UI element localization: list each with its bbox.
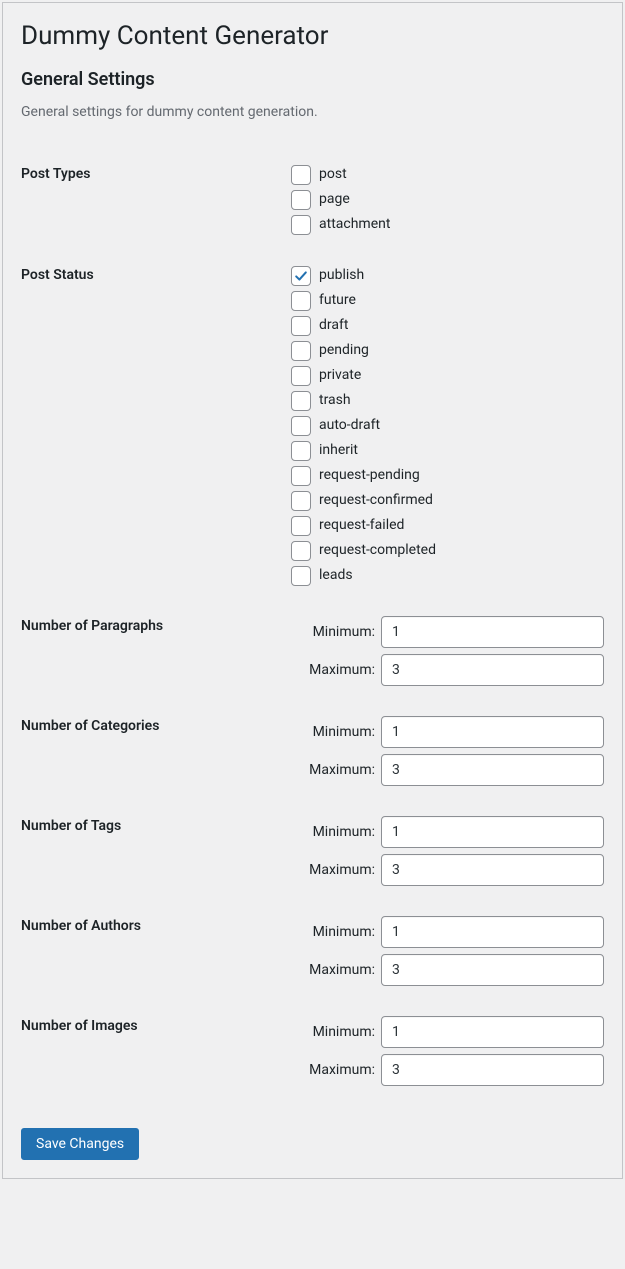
post-status-label: trash (319, 390, 351, 411)
max-label: Maximum: (291, 962, 381, 978)
post-status-label: inherit (319, 440, 358, 461)
min-label: Minimum: (291, 924, 381, 940)
post-status-option: trash (291, 390, 604, 411)
post-type-option: post (291, 164, 604, 185)
images-max-input[interactable] (381, 1054, 604, 1086)
post-status-checkbox-publish[interactable] (291, 266, 311, 286)
post-status-option: draft (291, 315, 604, 336)
post-status-checkbox-inherit[interactable] (291, 441, 311, 461)
min-label: Minimum: (291, 824, 381, 840)
post-status-checkbox-request-pending[interactable] (291, 466, 311, 486)
label-post-status: Post Status (21, 251, 291, 602)
categories-max-input[interactable] (381, 754, 604, 786)
post-status-checkbox-trash[interactable] (291, 391, 311, 411)
max-label: Maximum: (291, 1062, 381, 1078)
post-status-option: pending (291, 340, 604, 361)
post-status-checkbox-future[interactable] (291, 291, 311, 311)
post-status-option: request-confirmed (291, 490, 604, 511)
post-status-option: publish (291, 265, 604, 286)
post-status-checkbox-pending[interactable] (291, 341, 311, 361)
max-label: Maximum: (291, 762, 381, 778)
post-status-label: publish (319, 265, 364, 286)
post-status-label: request-failed (319, 515, 404, 536)
max-label: Maximum: (291, 662, 381, 678)
post-status-label: private (319, 365, 361, 386)
label-num-images: Number of Images (21, 1002, 291, 1102)
categories-min-input[interactable] (381, 716, 604, 748)
post-status-checkbox-private[interactable] (291, 366, 311, 386)
post-status-label: auto-draft (319, 415, 380, 436)
post-status-option: future (291, 290, 604, 311)
post-status-checkbox-request-confirmed[interactable] (291, 491, 311, 511)
label-num-paragraphs: Number of Paragraphs (21, 602, 291, 702)
post-type-label: post (319, 164, 347, 185)
min-label: Minimum: (291, 624, 381, 640)
page-title: Dummy Content Generator (21, 21, 604, 51)
post-type-label: page (319, 189, 350, 210)
post-status-option: private (291, 365, 604, 386)
post-status-option: request-failed (291, 515, 604, 536)
settings-table: Post Types post page attachment Post Statu… (21, 150, 604, 1102)
paragraphs-max-input[interactable] (381, 654, 604, 686)
section-description: General settings for dummy content gener… (21, 104, 604, 120)
post-type-option: page (291, 189, 604, 210)
post-status-option: request-completed (291, 540, 604, 561)
post-status-option: request-pending (291, 465, 604, 486)
label-num-tags: Number of Tags (21, 802, 291, 902)
authors-max-input[interactable] (381, 954, 604, 986)
post-status-checkbox-request-failed[interactable] (291, 516, 311, 536)
save-button[interactable]: Save Changes (21, 1128, 139, 1160)
label-num-categories: Number of Categories (21, 702, 291, 802)
post-status-label: pending (319, 340, 369, 361)
max-label: Maximum: (291, 862, 381, 878)
post-status-option: leads (291, 565, 604, 586)
post-status-option: inherit (291, 440, 604, 461)
post-type-label: attachment (319, 214, 390, 235)
post-status-checkbox-auto-draft[interactable] (291, 416, 311, 436)
min-label: Minimum: (291, 1024, 381, 1040)
post-status-checkbox-draft[interactable] (291, 316, 311, 336)
post-status-option: auto-draft (291, 415, 604, 436)
post-status-label: draft (319, 315, 348, 336)
post-status-label: request-pending (319, 465, 420, 486)
tags-min-input[interactable] (381, 816, 604, 848)
section-title: General Settings (21, 69, 604, 90)
settings-panel: Dummy Content Generator General Settings… (2, 2, 623, 1179)
post-type-option: attachment (291, 214, 604, 235)
post-status-checkbox-leads[interactable] (291, 566, 311, 586)
paragraphs-min-input[interactable] (381, 616, 604, 648)
post-type-checkbox-attachment[interactable] (291, 215, 311, 235)
post-status-checkbox-request-completed[interactable] (291, 541, 311, 561)
min-label: Minimum: (291, 724, 381, 740)
check-icon (293, 268, 309, 284)
post-status-label: request-completed (319, 540, 436, 561)
label-num-authors: Number of Authors (21, 902, 291, 1002)
tags-max-input[interactable] (381, 854, 604, 886)
label-post-types: Post Types (21, 150, 291, 251)
post-type-checkbox-page[interactable] (291, 190, 311, 210)
post-status-label: request-confirmed (319, 490, 433, 511)
post-status-label: future (319, 290, 356, 311)
post-status-label: leads (319, 565, 353, 586)
images-min-input[interactable] (381, 1016, 604, 1048)
post-type-checkbox-post[interactable] (291, 165, 311, 185)
authors-min-input[interactable] (381, 916, 604, 948)
